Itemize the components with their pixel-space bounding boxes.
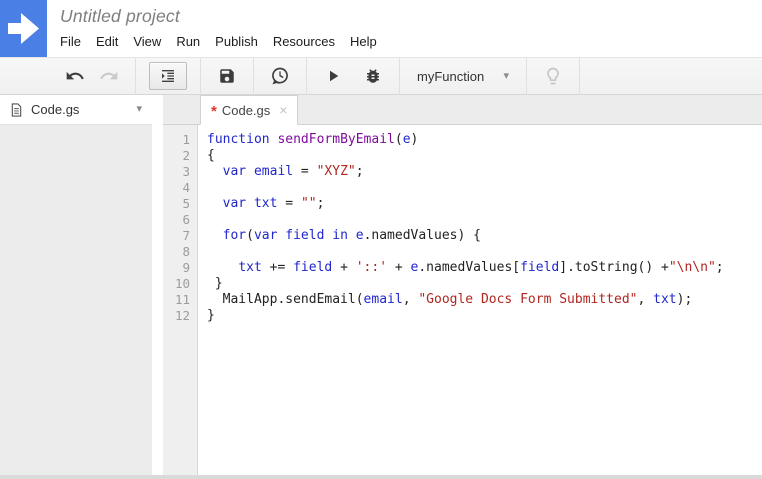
line-number[interactable]: 9 bbox=[163, 260, 197, 276]
sidebar-item-code-gs[interactable]: Code.gs ▾ bbox=[0, 95, 152, 125]
toolbar-separator bbox=[526, 58, 527, 95]
redo-button[interactable] bbox=[96, 63, 122, 89]
line-number[interactable]: 3 bbox=[163, 164, 197, 180]
code-line[interactable]: MailApp.sendEmail(email, "Google Docs Fo… bbox=[207, 292, 762, 308]
code-line[interactable] bbox=[207, 180, 762, 196]
toolbar: myFunction ▾ bbox=[0, 57, 762, 95]
hints-button[interactable] bbox=[540, 63, 566, 89]
line-number[interactable]: 10 bbox=[163, 276, 197, 292]
toolbar-separator bbox=[399, 58, 400, 95]
code-line[interactable]: var email = "XYZ"; bbox=[207, 164, 762, 180]
code-line[interactable]: function sendFormByEmail(e) bbox=[207, 132, 762, 148]
clock-bubble-icon bbox=[270, 66, 290, 86]
undo-button[interactable] bbox=[62, 63, 88, 89]
code-line[interactable]: for(var field in e.namedValues) { bbox=[207, 228, 762, 244]
menu-resources[interactable]: Resources bbox=[273, 34, 335, 49]
toolbar-separator bbox=[306, 58, 307, 95]
line-number[interactable]: 8 bbox=[163, 244, 197, 260]
header: Untitled project File Edit View Run Publish R… bbox=[0, 0, 762, 57]
close-icon[interactable]: × bbox=[279, 102, 287, 118]
code-editor[interactable]: function sendFormByEmail(e){ var email =… bbox=[198, 125, 762, 479]
code-line[interactable]: { bbox=[207, 148, 762, 164]
line-number[interactable]: 11 bbox=[163, 292, 197, 308]
sidebar-divider bbox=[152, 95, 163, 479]
toolbar-separator bbox=[200, 58, 201, 95]
apps-script-logo bbox=[0, 0, 47, 57]
files-sidebar: Code.gs ▾ bbox=[0, 95, 152, 479]
lightbulb-icon bbox=[543, 66, 563, 86]
arrow-right-icon bbox=[0, 0, 47, 57]
toolbar-separator bbox=[135, 58, 136, 95]
code-line[interactable] bbox=[207, 212, 762, 228]
line-number[interactable]: 2 bbox=[163, 148, 197, 164]
play-icon bbox=[324, 67, 342, 85]
bug-icon bbox=[364, 67, 382, 85]
menu-publish[interactable]: Publish bbox=[215, 34, 258, 49]
save-icon bbox=[218, 67, 236, 85]
line-number[interactable]: 7 bbox=[163, 228, 197, 244]
line-number[interactable]: 6 bbox=[163, 212, 197, 228]
sidebar-item-label: Code.gs bbox=[31, 102, 136, 117]
toolbar-separator bbox=[579, 58, 580, 95]
redo-icon bbox=[99, 66, 119, 86]
tab-code-gs[interactable]: * Code.gs × bbox=[200, 95, 298, 125]
undo-icon bbox=[65, 66, 85, 86]
tab-label: Code.gs bbox=[222, 103, 270, 118]
line-number[interactable]: 4 bbox=[163, 180, 197, 196]
indent-increase-icon bbox=[160, 68, 176, 84]
line-number[interactable]: 12 bbox=[163, 308, 197, 324]
save-button[interactable] bbox=[214, 63, 240, 89]
line-number[interactable]: 1 bbox=[163, 132, 197, 148]
unsaved-indicator: * bbox=[211, 103, 217, 120]
code-line[interactable]: } bbox=[207, 276, 762, 292]
menu-edit[interactable]: Edit bbox=[96, 34, 118, 49]
file-icon bbox=[10, 102, 23, 118]
chevron-down-icon[interactable]: ▾ bbox=[136, 104, 142, 115]
line-number[interactable]: 5 bbox=[163, 196, 197, 212]
project-title[interactable]: Untitled project bbox=[60, 6, 392, 27]
function-selector[interactable]: myFunction ▾ bbox=[413, 69, 513, 84]
code-line[interactable] bbox=[207, 244, 762, 260]
editor-pane: * Code.gs × 123456789101112 function sen… bbox=[163, 95, 762, 479]
tab-bar: * Code.gs × bbox=[163, 95, 762, 125]
toolbar-separator bbox=[253, 58, 254, 95]
debug-button[interactable] bbox=[360, 63, 386, 89]
bottom-scrollbar-track[interactable] bbox=[0, 475, 762, 479]
menubar: File Edit View Run Publish Resources Help bbox=[60, 34, 392, 49]
function-selector-value: myFunction bbox=[417, 69, 484, 84]
code-line[interactable]: txt += field + '::' + e.namedValues[fiel… bbox=[207, 260, 762, 276]
menu-run[interactable]: Run bbox=[176, 34, 200, 49]
menu-help[interactable]: Help bbox=[350, 34, 377, 49]
menu-view[interactable]: View bbox=[133, 34, 161, 49]
code-line[interactable]: var txt = ""; bbox=[207, 196, 762, 212]
apps-script-editor-window: Untitled project File Edit View Run Publish R… bbox=[0, 0, 762, 479]
chevron-down-icon: ▾ bbox=[503, 71, 509, 82]
indent-button[interactable] bbox=[149, 62, 187, 90]
run-button[interactable] bbox=[320, 63, 346, 89]
manage-versions-button[interactable] bbox=[267, 63, 293, 89]
menu-file[interactable]: File bbox=[60, 34, 81, 49]
line-number-gutter: 123456789101112 bbox=[163, 125, 198, 479]
code-line[interactable]: } bbox=[207, 308, 762, 324]
